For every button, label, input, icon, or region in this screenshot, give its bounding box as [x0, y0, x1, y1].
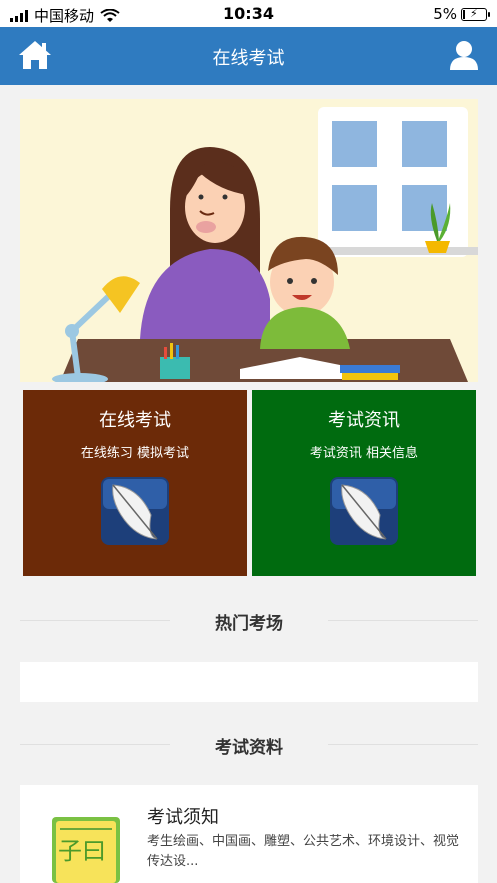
card-title: 考试须知	[147, 807, 219, 828]
feather-icon	[330, 477, 398, 545]
tile-subtitle: 在线练习 模拟考试	[80, 446, 190, 461]
section-header-materials: 考试资料	[20, 729, 478, 759]
divider	[328, 620, 478, 621]
card-thumbnail: 子曰	[52, 817, 120, 883]
feather-icon	[101, 477, 169, 545]
status-time: 10:34	[223, 4, 274, 23]
card-thumbnail-text: 子曰	[58, 837, 106, 865]
tile-subtitle: 考试资讯 相关信息	[309, 446, 419, 461]
material-card[interactable]: 子曰 考试须知 考生绘画、中国画、雕塑、公共艺术、环境设计、视觉传达设...	[20, 785, 478, 883]
page-title: 在线考试	[212, 48, 285, 69]
section-title: 考试资料	[215, 738, 283, 758]
hot-venues-list	[20, 662, 478, 702]
tile-online-exam[interactable]: 在线考试 在线练习 模拟考试	[23, 390, 247, 576]
banner-image	[20, 99, 478, 382]
battery-percent: 5%	[433, 5, 457, 23]
divider	[328, 744, 478, 745]
card-description: 考生绘画、中国画、雕塑、公共艺术、环境设计、视觉传达设...	[147, 834, 460, 869]
status-bar: 中国移动 10:34 5% ⚡	[0, 0, 497, 27]
tile-title: 考试资讯	[328, 410, 400, 431]
section-title: 热门考场	[215, 614, 283, 634]
nav-bar: 在线考试	[0, 27, 497, 85]
tile-exam-news[interactable]: 考试资讯 考试资讯 相关信息	[252, 390, 476, 576]
battery-icon: ⚡	[461, 7, 490, 21]
section-header-hot: 热门考场	[20, 605, 478, 635]
status-right: 5% ⚡	[433, 5, 490, 23]
user-icon[interactable]	[449, 39, 479, 71]
tile-title: 在线考试	[99, 410, 171, 431]
